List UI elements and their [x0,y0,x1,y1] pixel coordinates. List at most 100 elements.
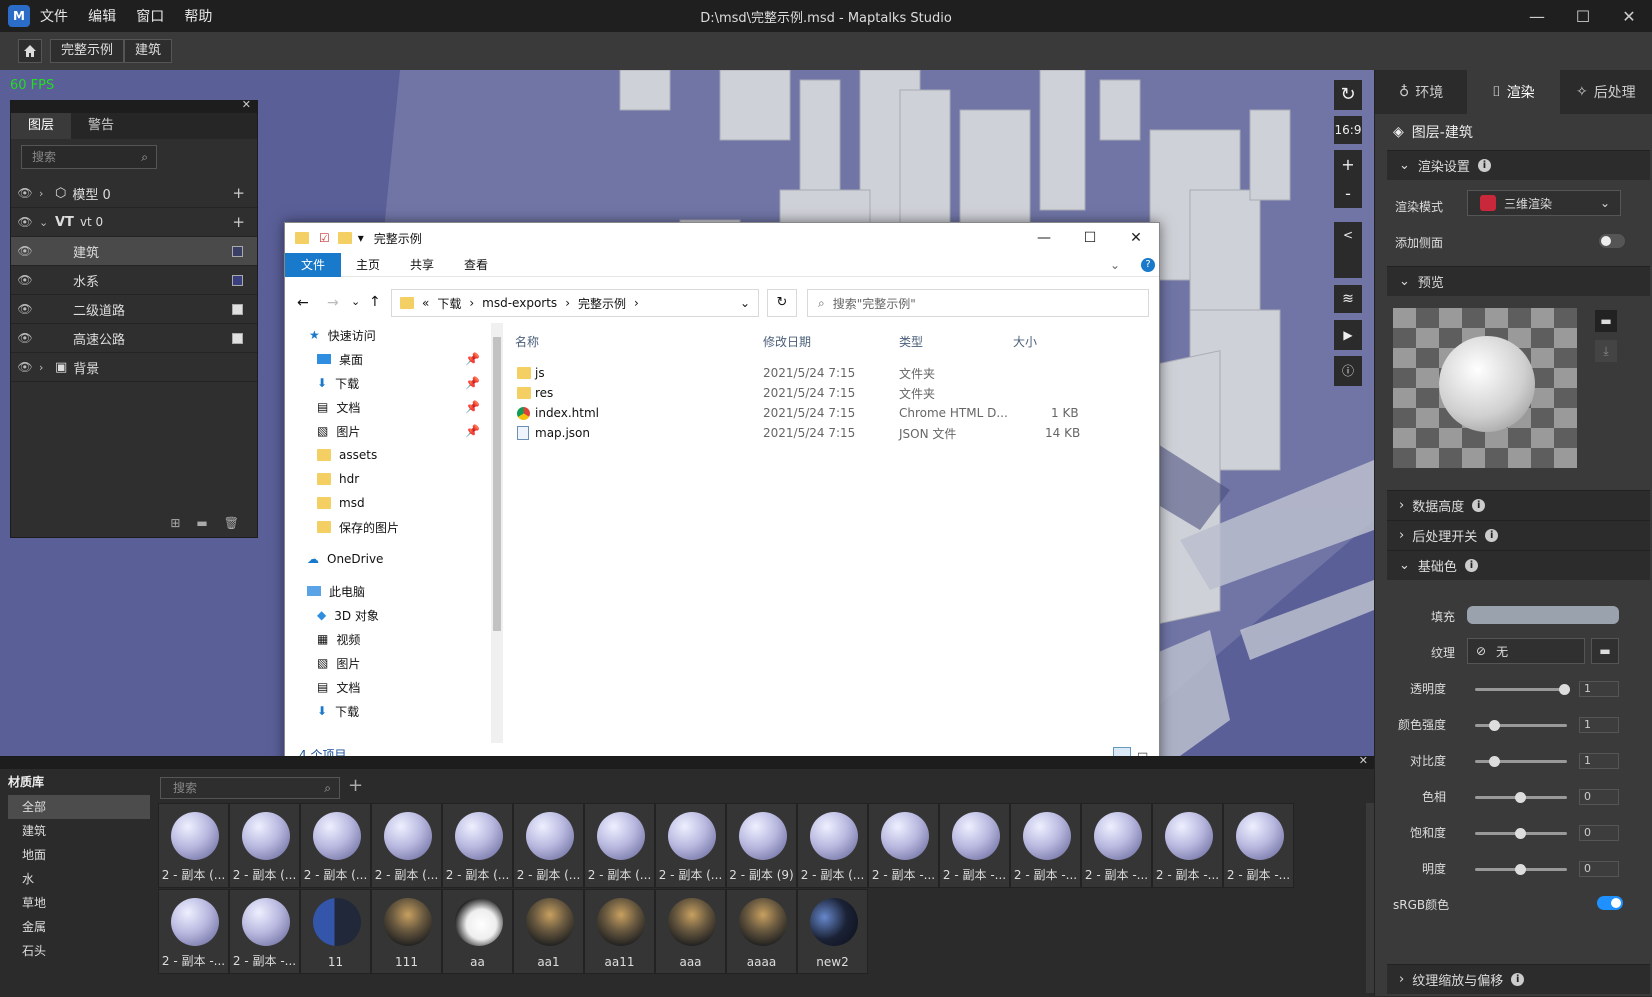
material-thumbnail[interactable]: 2 - 副本 (... [655,803,726,888]
material-category-item[interactable]: 草地 [0,891,154,915]
info-icon[interactable]: i [1477,159,1491,172]
slider-value-input[interactable]: 0 [1579,825,1619,841]
slider-handle[interactable] [1559,684,1570,695]
material-category-item[interactable]: 全部 [8,795,150,819]
nav-item-quick-access[interactable]: ★ 快速访问 [285,323,491,347]
slider-track[interactable] [1475,756,1567,767]
aspect-ratio-button[interactable]: 16:9 [1334,116,1362,144]
slider-handle[interactable] [1515,792,1526,803]
collapse-panel-button[interactable]: < [1334,222,1362,278]
close-icon[interactable]: ✕ [1113,223,1159,253]
nav-item-folder[interactable]: hdr [285,467,491,491]
material-thumbnail[interactable]: 2 - 副本 -... [229,889,300,974]
material-category-item[interactable]: 地面 [0,843,154,867]
material-thumbnail[interactable]: 2 - 副本 -... [1010,803,1081,888]
ribbon-tab-share[interactable]: 共享 [395,256,449,273]
material-thumbnail[interactable]: 2 - 副本 (... [584,803,655,888]
address-bar[interactable]: « 下载 › msd-exports › 完整示例 › ⌄ [391,289,759,317]
tab-postprocess[interactable]: ✧ 后处理 [1560,70,1652,114]
file-row[interactable]: js 2021/5/24 7:15 文件夹 [503,363,1159,383]
wifi-icon[interactable]: ≋ [1334,285,1362,313]
visibility-eye-icon[interactable]: 👁 [11,302,39,316]
chevron-right-icon[interactable]: › [39,361,55,374]
texture-select[interactable]: ⊘ 无 [1467,638,1585,664]
ribbon-tab-view[interactable]: 查看 [449,256,503,273]
close-icon[interactable]: ✕ [1606,0,1652,32]
close-panel-icon[interactable]: ✕ [242,98,251,111]
info-icon[interactable]: i [1472,499,1486,512]
file-row[interactable]: res 2021/5/24 7:15 文件夹 [503,383,1159,403]
section-texture-scale-offset[interactable]: › 纹理缩放与偏移 i [1387,964,1650,994]
material-thumbnail[interactable]: aaaa [726,889,797,974]
slider-handle[interactable] [1488,756,1500,767]
path-segment[interactable]: msd-exports [482,296,557,310]
material-thumbnail[interactable]: 2 - 副本 (... [513,803,584,888]
back-arrow-icon[interactable]: ← [297,295,309,311]
slider-track[interactable] [1475,720,1567,731]
nav-item-pictures[interactable]: ▧ 图片 📌 [285,419,491,443]
nav-item-documents[interactable]: ▤ 文档 [285,675,491,699]
section-data-height[interactable]: › 数据高度 i [1387,490,1650,520]
layer-item-secondary-road[interactable]: 👁 二级道路 [11,295,257,324]
download-icon[interactable]: ⤓ [1595,340,1617,362]
layer-item-water[interactable]: 👁 水系 [11,266,257,295]
minimize-icon[interactable]: — [1021,223,1067,253]
material-thumbnail[interactable]: 2 - 副本 (... [371,803,442,888]
material-thumbnail[interactable]: new2 [797,889,868,974]
material-thumbnail[interactable]: aa11 [584,889,655,974]
quick-access-dropdown-icon[interactable]: ▾ [358,231,364,245]
material-scrollbar[interactable] [1366,803,1374,993]
add-material-icon[interactable]: + [348,775,363,796]
info-icon[interactable]: i [1511,973,1525,986]
nav-item-videos[interactable]: ▦ 视频 [285,627,491,651]
nav-item-documents[interactable]: ▤ 文档 📌 [285,395,491,419]
material-thumbnail[interactable]: 2 - 副本 (... [158,803,229,888]
material-category-item[interactable]: 建筑 [0,819,154,843]
material-thumbnail[interactable]: 11 [300,889,371,974]
material-thumbnail[interactable]: aa [442,889,513,974]
material-thumbnail[interactable]: 2 - 副本 -... [158,889,229,974]
material-thumbnail[interactable]: aaa [655,889,726,974]
menu-edit[interactable]: 编辑 [88,9,116,25]
delete-icon[interactable]: 🗑 [224,516,239,530]
nav-item-desktop[interactable]: 桌面 📌 [285,347,491,371]
new-folder-icon[interactable]: ▬ [196,516,207,530]
tab-warnings[interactable]: 警告 [71,113,131,139]
chevron-down-icon[interactable]: ⌄ [39,216,55,229]
material-thumbnail[interactable]: 2 - 副本 -... [1223,803,1294,888]
menu-window[interactable]: 窗口 [136,9,164,25]
slider-track[interactable] [1475,684,1570,695]
column-header-name[interactable]: 名称 [515,333,539,350]
play-icon[interactable]: ▶ [1334,320,1362,350]
slider-value-input[interactable]: 1 [1579,681,1619,697]
menu-help[interactable]: 帮助 [184,9,212,25]
pin-icon[interactable]: 📌 [465,424,480,438]
material-thumbnail[interactable]: 2 - 副本 (9) [726,803,797,888]
slider-value-input[interactable]: 1 [1579,753,1619,769]
new-layer-icon[interactable]: ⊞ [170,516,180,530]
pin-icon[interactable]: 📌 [465,400,480,414]
material-thumbnail[interactable]: aa1 [513,889,584,974]
zoom-in-button[interactable]: + [1334,150,1362,180]
breadcrumb-item-layer[interactable]: 建筑 [124,39,173,63]
slider-track[interactable] [1475,864,1567,875]
visibility-eye-icon[interactable]: 👁 [11,186,39,200]
menu-file[interactable]: 文件 [40,9,68,25]
slider-value-input[interactable]: 0 [1579,789,1619,805]
nav-item-onedrive[interactable]: ☁ OneDrive [285,547,491,571]
ribbon-tab-home[interactable]: 主页 [341,256,395,273]
nav-item-folder[interactable]: assets [285,443,491,467]
address-dropdown-icon[interactable]: ⌄ [740,296,750,310]
recent-dropdown-icon[interactable]: ⌄ [351,295,360,308]
properties-icon[interactable]: ☑ [319,231,330,245]
tab-layers[interactable]: 图层 [11,113,71,139]
section-postprocess-switch[interactable]: › 后处理开关 i [1387,520,1650,550]
open-folder-icon[interactable]: ▬ [1595,310,1617,332]
nav-item-this-pc[interactable]: 此电脑 [285,579,491,603]
file-row[interactable]: index.html 2021/5/24 7:15 Chrome HTML D.… [503,403,1159,423]
material-category-item[interactable]: 金属 [0,915,154,939]
material-thumbnail[interactable]: 2 - 副本 (... [442,803,513,888]
material-thumbnail[interactable]: 2 - 副本 -... [1081,803,1152,888]
slider-handle[interactable] [1515,864,1526,875]
material-thumbnail[interactable]: 2 - 副本 (... [300,803,371,888]
